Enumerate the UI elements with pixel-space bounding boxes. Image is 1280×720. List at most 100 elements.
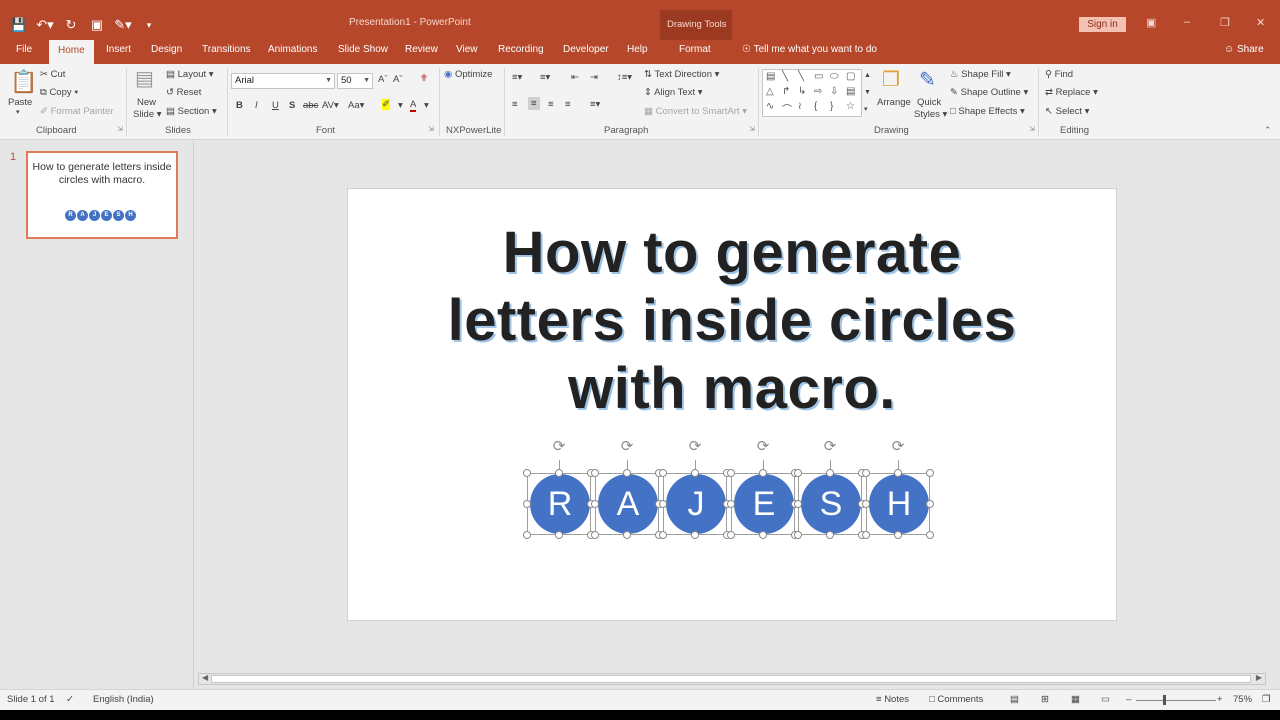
tab-design[interactable]: Design [151, 44, 182, 55]
comments-button[interactable]: □ Comments [929, 694, 983, 705]
zoom-slider-track[interactable] [1136, 700, 1216, 701]
textbox-shape-icon[interactable]: ▤ [766, 71, 775, 82]
rotate-handle-icon[interactable]: ⟳ [619, 439, 635, 455]
gallery-up-icon[interactable]: ▲ [864, 72, 871, 79]
pen-icon[interactable]: ✎▾ [112, 16, 134, 34]
paste-button[interactable]: Paste [8, 97, 32, 108]
quick-styles-icon[interactable]: ✎ [919, 69, 936, 91]
rotate-handle-icon[interactable]: ⟳ [890, 439, 906, 455]
decrease-indent-icon[interactable]: ⇤ [571, 72, 579, 83]
arc-shape-icon[interactable]: ⌒ [782, 101, 792, 116]
letter-circle-shape[interactable]: R ⟳ [523, 439, 595, 539]
font-name-combo[interactable]: Arial ▼ [231, 73, 335, 89]
underline-icon[interactable]: U [272, 100, 279, 111]
resize-handle[interactable] [794, 500, 802, 508]
redo-icon[interactable]: ↻ [60, 16, 82, 34]
cut-button[interactable]: ✂ Cut [40, 69, 65, 80]
tab-format[interactable]: Format [679, 44, 711, 55]
shape-fill-button[interactable]: ♨ Shape Fill ▾ [950, 69, 1011, 80]
text-shadow-icon[interactable]: S [289, 100, 295, 111]
resize-handle[interactable] [623, 469, 631, 477]
connector-shape-icon[interactable]: ↱ [782, 86, 790, 97]
freeform-shape-icon[interactable]: ≀ [798, 101, 802, 112]
drawing-launcher-icon[interactable]: ⇲ [1029, 125, 1035, 133]
columns-icon[interactable]: ≡▾ [590, 99, 600, 110]
scrollbar-thumb[interactable] [211, 675, 1251, 683]
justify-icon[interactable]: ≡ [565, 99, 571, 110]
new-slide-icon[interactable]: ▤ [135, 68, 154, 90]
resize-handle[interactable] [691, 531, 699, 539]
quick-styles-button-line2[interactable]: Styles ▾ [914, 109, 947, 120]
customize-icon[interactable]: ▾ [138, 16, 160, 34]
tab-recording[interactable]: Recording [498, 44, 544, 55]
resize-handle[interactable] [759, 469, 767, 477]
letter-circle[interactable]: H [869, 474, 929, 534]
bullets-icon[interactable]: ≡▾ [512, 72, 522, 83]
rotate-handle-icon[interactable]: ⟳ [687, 439, 703, 455]
character-spacing-icon[interactable]: AV▾ [322, 100, 339, 111]
font-size-combo[interactable]: 50 ▼ [337, 73, 373, 89]
tab-transitions[interactable]: Transitions [202, 44, 251, 55]
paste-icon[interactable]: 📋 [10, 70, 37, 94]
horizontal-scrollbar[interactable]: ◀ ▶ [198, 673, 1266, 685]
zoom-out-icon[interactable]: – [1126, 694, 1131, 705]
tab-review[interactable]: Review [405, 44, 438, 55]
resize-handle[interactable] [727, 469, 735, 477]
new-slide-button-line2[interactable]: Slide ▾ [133, 109, 162, 120]
resize-handle[interactable] [727, 531, 735, 539]
slide-canvas[interactable]: How to generate letters inside circles w… [347, 188, 1117, 621]
clear-formatting-icon[interactable]: ✟ [420, 73, 428, 84]
tab-insert[interactable]: Insert [106, 44, 131, 55]
resize-handle[interactable] [926, 531, 934, 539]
zoom-level[interactable]: 75% [1233, 694, 1252, 705]
strikethrough-icon[interactable]: abc [303, 100, 318, 111]
resize-handle[interactable] [523, 469, 531, 477]
reset-button[interactable]: ↺ Reset [166, 87, 201, 98]
grow-font-icon[interactable]: Aˆ [378, 74, 388, 85]
arrange-icon[interactable]: ❐ [882, 69, 900, 91]
tab-animations[interactable]: Animations [268, 44, 317, 55]
paragraph-launcher-icon[interactable]: ⇲ [749, 125, 755, 133]
letter-circle[interactable]: J [666, 474, 726, 534]
star-shape-icon[interactable]: ☆ [846, 101, 855, 112]
resize-handle[interactable] [659, 531, 667, 539]
slideshow-view-icon[interactable]: ▭ [1101, 694, 1110, 705]
letter-circle[interactable]: A [598, 474, 658, 534]
change-case-icon[interactable]: Aa▾ [348, 100, 364, 111]
resize-handle[interactable] [591, 469, 599, 477]
resize-handle[interactable] [926, 469, 934, 477]
scroll-right-icon[interactable]: ▶ [1256, 673, 1262, 682]
connector-shape-icon[interactable]: ↳ [798, 86, 806, 97]
letter-circle[interactable]: E [734, 474, 794, 534]
convert-smartart-button[interactable]: ▦ Convert to SmartArt ▾ [644, 106, 747, 117]
language-indicator[interactable]: English (India) [93, 694, 154, 705]
letter-circle-shape[interactable]: H ⟳ [862, 439, 934, 539]
arrange-button[interactable]: Arrange [877, 97, 911, 108]
brace-shape-icon[interactable]: } [830, 101, 833, 112]
line-shape-icon[interactable]: ╲ [782, 71, 788, 82]
letter-circle-shape[interactable]: S ⟳ [794, 439, 866, 539]
rotate-handle-icon[interactable]: ⟳ [551, 439, 567, 455]
maximize-icon[interactable]: ❐ [1220, 16, 1230, 29]
resize-handle[interactable] [826, 469, 834, 477]
letter-circle[interactable]: R [530, 474, 590, 534]
shape-outline-button[interactable]: ✎ Shape Outline ▾ [950, 87, 1028, 98]
italic-icon[interactable]: I [255, 100, 258, 111]
slide-sorter-icon[interactable]: ⊞ [1041, 694, 1049, 705]
fit-to-window-icon[interactable]: ❐ [1262, 694, 1271, 705]
resize-handle[interactable] [759, 531, 767, 539]
layout-button[interactable]: ▤ Layout ▾ [166, 69, 214, 80]
section-button[interactable]: ▤ Section ▾ [166, 106, 217, 117]
align-text-button[interactable]: ⇕ Align Text ▾ [644, 87, 703, 98]
font-color-dropdown-icon[interactable]: ▾ [424, 100, 429, 111]
tab-slide-show[interactable]: Slide Show [338, 44, 388, 55]
rotate-handle-icon[interactable]: ⟳ [822, 439, 838, 455]
letter-circle-shape[interactable]: J ⟳ [659, 439, 731, 539]
align-right-icon[interactable]: ≡ [548, 99, 554, 110]
format-painter-button[interactable]: ✐ Format Painter [40, 106, 113, 117]
normal-view-icon[interactable]: ▤ [1010, 694, 1019, 705]
tab-view[interactable]: View [456, 44, 478, 55]
find-button[interactable]: ⚲ Find [1045, 69, 1073, 80]
resize-handle[interactable] [894, 469, 902, 477]
resize-handle[interactable] [555, 531, 563, 539]
